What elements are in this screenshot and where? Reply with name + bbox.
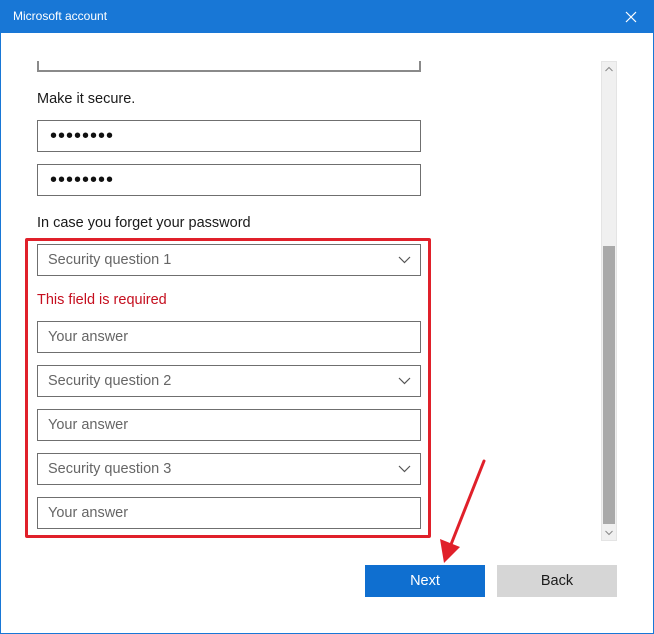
scroll-thumb[interactable] — [603, 246, 615, 524]
back-button[interactable]: Back — [497, 565, 617, 597]
vertical-scrollbar[interactable] — [601, 61, 617, 541]
secure-label: Make it secure. — [37, 91, 136, 107]
chevron-down-icon — [398, 465, 411, 473]
title-bar: Microsoft account — [0, 0, 654, 33]
close-icon — [625, 11, 637, 22]
security-question-3-select[interactable]: Security question 3 — [37, 453, 421, 485]
form-content: Make it secure. •••••••• •••••••• In cas… — [0, 33, 600, 543]
error-message: This field is required — [37, 292, 167, 308]
recovery-label: In case you forget your password — [37, 215, 251, 231]
security-question-3-value: Security question 3 — [48, 461, 172, 477]
security-question-1-select[interactable]: Security question 1 — [37, 244, 421, 276]
chevron-down-icon — [605, 530, 613, 536]
next-button[interactable]: Next — [365, 565, 485, 597]
confirm-password-input[interactable]: •••••••• — [37, 164, 421, 196]
chevron-down-icon — [398, 256, 411, 264]
chevron-down-icon — [398, 377, 411, 385]
scroll-down-button[interactable] — [602, 526, 616, 540]
previous-input-field[interactable] — [37, 61, 421, 72]
chevron-up-icon — [605, 66, 613, 72]
scroll-up-button[interactable] — [602, 62, 616, 76]
close-button[interactable] — [608, 0, 654, 33]
answer-1-input[interactable]: Your answer — [37, 321, 421, 353]
security-question-2-value: Security question 2 — [48, 373, 172, 389]
password-input[interactable]: •••••••• — [37, 120, 421, 152]
security-question-2-select[interactable]: Security question 2 — [37, 365, 421, 397]
answer-2-input[interactable]: Your answer — [37, 409, 421, 441]
security-question-1-value: Security question 1 — [48, 252, 172, 268]
answer-3-input[interactable]: Your answer — [37, 497, 421, 529]
window-title: Microsoft account — [13, 9, 108, 23]
